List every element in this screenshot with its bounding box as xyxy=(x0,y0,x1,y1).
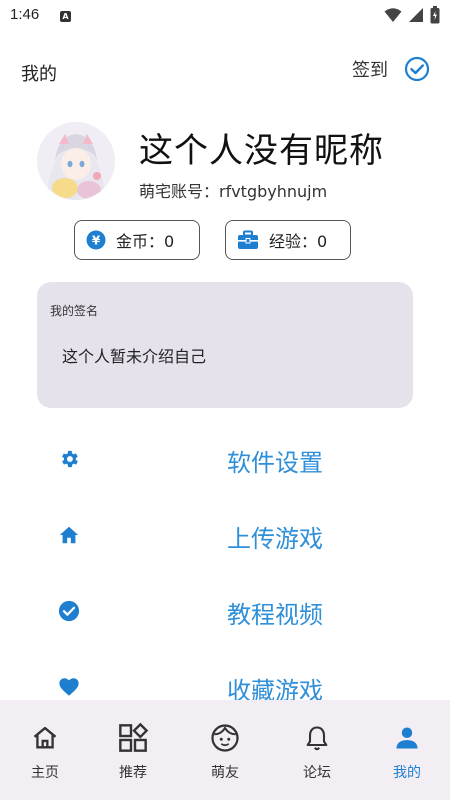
status-icons xyxy=(384,6,440,24)
signature-card[interactable]: 我的签名 这个人暂未介绍自己 xyxy=(37,282,413,408)
coin-badge[interactable]: ¥ 金币：0 xyxy=(74,220,200,260)
nav-label-forum: 论坛 xyxy=(303,765,331,781)
menu-item-upload-game[interactable]: 上传游戏 xyxy=(0,496,450,572)
stats-row: ¥ 金币：0 经验：0 xyxy=(0,220,450,260)
nav-item-mine[interactable]: 我的 xyxy=(362,700,450,800)
menu-label-upload-game: 上传游戏 xyxy=(227,525,323,553)
experience-badge[interactable]: 经验：0 xyxy=(225,220,351,260)
menu-item-tutorial-video[interactable]: 教程视频 xyxy=(0,572,450,648)
account-id: 萌宅账号：rfvtgbyhnujm xyxy=(139,182,328,201)
face-icon xyxy=(211,724,239,752)
status-bar: 1:46 A xyxy=(0,0,450,32)
signature-text: 这个人暂未介绍自己 xyxy=(62,347,207,366)
signature-title: 我的签名 xyxy=(50,304,99,318)
wifi-icon xyxy=(384,8,402,22)
nickname: 这个人没有昵称 xyxy=(139,131,384,171)
nav-label-home: 主页 xyxy=(31,765,59,781)
checkin-label: 签到 xyxy=(352,60,388,81)
signal-icon xyxy=(409,8,423,22)
bottom-nav: 主页 推荐 萌友 论坛 我的 xyxy=(0,700,450,800)
menu-label-tutorial-video: 教程视频 xyxy=(227,601,323,629)
nav-item-friends[interactable]: 萌友 xyxy=(180,700,270,800)
menu-item-settings[interactable]: 软件设置 xyxy=(0,420,450,496)
home-outline-icon xyxy=(33,726,57,749)
battery-icon xyxy=(430,6,440,24)
checkin-button[interactable]: 签到 xyxy=(352,56,430,82)
notification-icon: A xyxy=(60,11,71,22)
nav-item-forum[interactable]: 论坛 xyxy=(272,700,362,800)
avatar-image xyxy=(37,122,115,200)
experience-count: 经验：0 xyxy=(269,232,328,251)
profile-section: 这个人没有昵称 萌宅账号：rfvtgbyhnujm xyxy=(0,118,450,208)
page-title: 我的 xyxy=(21,64,57,85)
person-icon xyxy=(396,727,418,749)
coin-count: 金币：0 xyxy=(116,232,175,251)
nav-item-home[interactable]: 主页 xyxy=(0,700,90,800)
nav-label-friends: 萌友 xyxy=(211,765,239,781)
bell-icon xyxy=(306,726,328,751)
nav-label-mine: 我的 xyxy=(393,765,421,781)
top-bar: 我的 签到 xyxy=(0,50,450,94)
avatar[interactable] xyxy=(37,122,115,200)
status-time: 1:46 xyxy=(10,6,40,23)
check-circle-icon xyxy=(404,56,430,82)
grid-icon xyxy=(119,722,149,752)
toolbox-icon xyxy=(238,230,258,249)
nav-label-recommend: 推荐 xyxy=(119,765,147,781)
menu-label-settings: 软件设置 xyxy=(227,449,323,477)
yen-coin-icon: ¥ xyxy=(86,230,106,250)
svg-text:¥: ¥ xyxy=(92,234,101,248)
nav-item-recommend[interactable]: 推荐 xyxy=(88,700,178,800)
